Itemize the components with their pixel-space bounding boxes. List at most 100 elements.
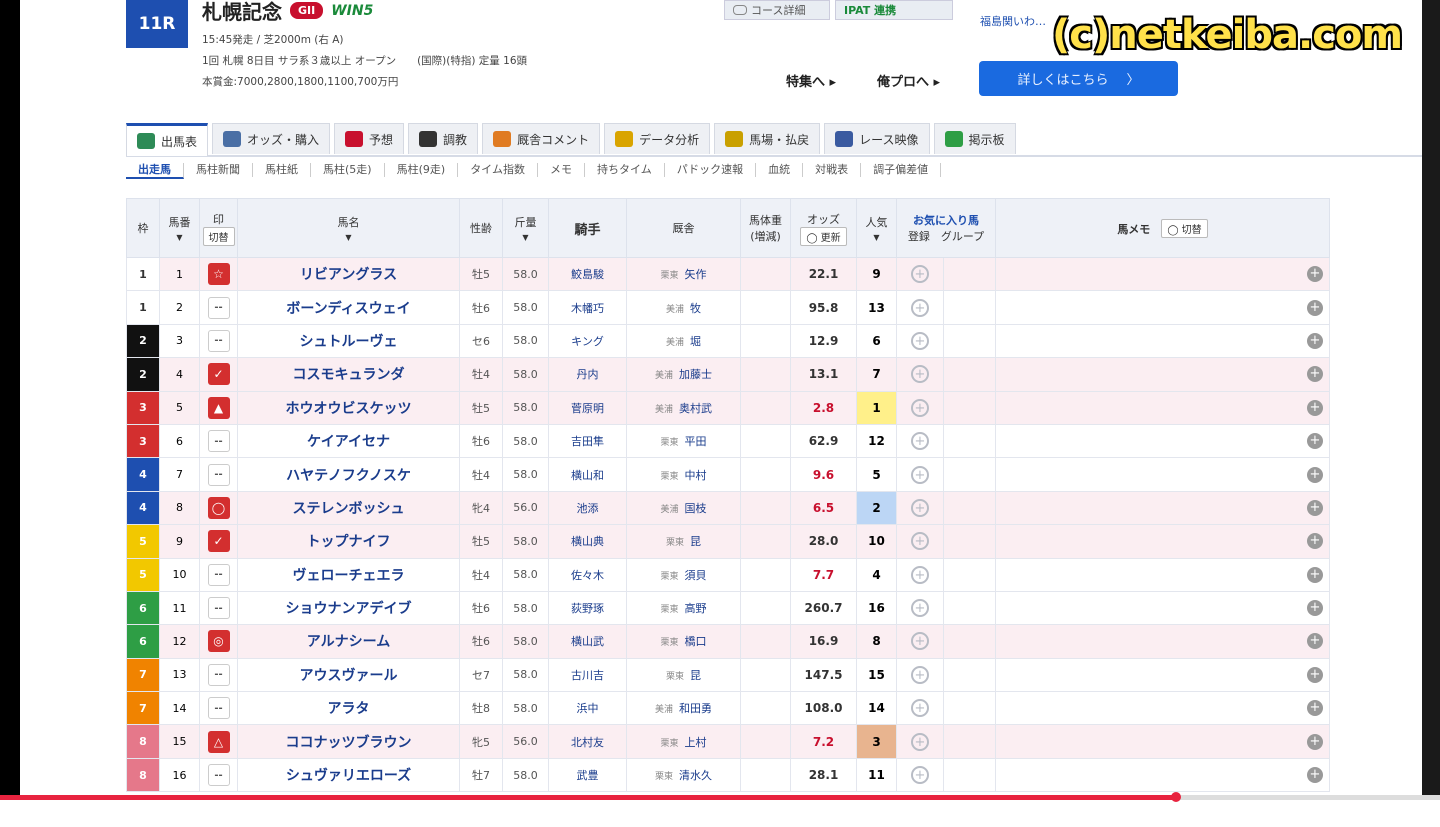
- mark-cell[interactable]: --: [199, 323, 238, 359]
- prediction-mark[interactable]: ▲: [207, 396, 230, 419]
- prediction-mark[interactable]: ◯: [207, 496, 230, 519]
- prediction-mark[interactable]: --: [207, 563, 230, 586]
- video-progress-bar[interactable]: [0, 792, 1440, 802]
- horse-name-link[interactable]: シュトルーヴェ: [237, 323, 460, 359]
- favorite-register-cell[interactable]: +: [896, 390, 944, 425]
- tab-8[interactable]: 掲示板: [933, 123, 1016, 154]
- mark-cell[interactable]: ✓: [199, 524, 238, 559]
- add-memo-icon[interactable]: +: [1307, 533, 1323, 550]
- jockey-link[interactable]: 横山武: [548, 624, 627, 659]
- favorite-register-cell[interactable]: +: [896, 423, 944, 459]
- tab-7[interactable]: レース映像: [824, 123, 930, 154]
- map-pin-icon[interactable]: +: [911, 665, 929, 684]
- jockey-link[interactable]: 池添: [548, 490, 627, 526]
- horse-name-link[interactable]: ケイアイセナ: [237, 423, 460, 459]
- subtab-1[interactable]: 馬柱新聞: [184, 163, 253, 177]
- add-memo-icon[interactable]: +: [1307, 399, 1323, 416]
- trainer-cell[interactable]: 栗東 上村: [626, 724, 741, 759]
- jockey-link[interactable]: 荻野琢: [548, 590, 627, 626]
- jockey-link[interactable]: 北村友: [548, 724, 627, 759]
- table-row[interactable]: 3 6 -- ケイアイセナ 牡6 58.0 吉田隼 栗東 平田 62.9 12 + +: [126, 423, 1330, 459]
- trainer-cell[interactable]: 栗東 橋口: [626, 624, 741, 659]
- memo-cell[interactable]: +: [995, 624, 1330, 659]
- map-pin-icon[interactable]: +: [911, 732, 929, 751]
- prediction-mark[interactable]: --: [207, 663, 230, 686]
- favorite-register-cell[interactable]: +: [896, 323, 944, 359]
- favorite-horse-link[interactable]: お気に入り馬: [913, 214, 979, 227]
- jockey-link[interactable]: 丹内: [548, 357, 627, 392]
- mark-cell[interactable]: --: [199, 423, 238, 459]
- tab-5[interactable]: データ分析: [604, 123, 711, 154]
- prediction-mark[interactable]: ◎: [207, 630, 230, 653]
- map-pin-icon[interactable]: +: [911, 565, 929, 584]
- map-pin-icon[interactable]: +: [911, 331, 929, 350]
- horse-name-link[interactable]: ホウオウビスケッツ: [237, 390, 460, 425]
- favorite-register-cell[interactable]: +: [896, 457, 944, 492]
- add-memo-icon[interactable]: +: [1307, 266, 1323, 283]
- subtab-11[interactable]: 調子偏差値: [861, 163, 942, 177]
- trainer-cell[interactable]: 美浦 国枝: [626, 490, 741, 526]
- prediction-mark[interactable]: --: [207, 430, 230, 453]
- trainer-link[interactable]: 和田勇: [679, 702, 712, 715]
- trainer-cell[interactable]: 栗東 須貝: [626, 557, 741, 592]
- horse-name-link[interactable]: コスモキュランダ: [237, 357, 460, 392]
- add-memo-icon[interactable]: +: [1307, 433, 1323, 450]
- map-pin-icon[interactable]: +: [911, 432, 929, 451]
- mark-cell[interactable]: --: [199, 557, 238, 592]
- add-memo-icon[interactable]: +: [1307, 466, 1323, 483]
- favorite-register-cell[interactable]: +: [896, 524, 944, 559]
- table-row[interactable]: 4 8 ◯ ステレンボッシュ 牝4 56.0 池添 美浦 国枝 6.5 2 + +: [126, 490, 1330, 526]
- jockey-link[interactable]: 古川吉: [548, 657, 627, 693]
- subtab-0[interactable]: 出走馬: [126, 163, 184, 179]
- map-pin-icon[interactable]: +: [911, 498, 929, 517]
- subtab-7[interactable]: 持ちタイム: [585, 163, 665, 177]
- trainer-link[interactable]: 昆: [690, 669, 701, 682]
- feature-link[interactable]: 特集へ ▸: [786, 71, 836, 90]
- add-memo-icon[interactable]: +: [1307, 633, 1323, 650]
- prediction-mark[interactable]: ✓: [207, 363, 230, 386]
- map-pin-icon[interactable]: +: [911, 532, 929, 551]
- favorite-register-cell[interactable]: +: [896, 290, 944, 325]
- mark-cell[interactable]: --: [199, 290, 238, 325]
- trainer-cell[interactable]: 美浦 加藤士: [626, 357, 741, 392]
- jockey-link[interactable]: 菅原明: [548, 390, 627, 425]
- add-memo-icon[interactable]: +: [1307, 767, 1323, 784]
- add-memo-icon[interactable]: +: [1307, 733, 1323, 750]
- tab-3[interactable]: 調教: [408, 123, 479, 154]
- mark-cell[interactable]: --: [199, 691, 238, 726]
- add-memo-icon[interactable]: +: [1307, 666, 1323, 683]
- memo-cell[interactable]: +: [995, 724, 1330, 759]
- favorite-register-cell[interactable]: +: [896, 691, 944, 726]
- mark-cell[interactable]: --: [199, 590, 238, 626]
- memo-cell[interactable]: +: [995, 256, 1330, 292]
- memo-cell[interactable]: +: [995, 657, 1330, 693]
- mark-cell[interactable]: ◎: [199, 624, 238, 659]
- favorite-register-cell[interactable]: +: [896, 357, 944, 392]
- mark-cell[interactable]: --: [199, 657, 238, 693]
- horse-name-link[interactable]: アラタ: [237, 691, 460, 726]
- add-memo-icon[interactable]: +: [1307, 499, 1323, 516]
- trainer-link[interactable]: 昆: [690, 535, 701, 548]
- course-detail-button[interactable]: コース詳細: [724, 0, 830, 20]
- header-umaban[interactable]: 馬番 ▼: [159, 198, 200, 258]
- trainer-link[interactable]: 須貝: [685, 569, 707, 582]
- map-pin-icon[interactable]: +: [911, 465, 929, 484]
- map-pin-icon[interactable]: +: [911, 365, 929, 384]
- map-pin-icon[interactable]: +: [911, 766, 929, 785]
- memo-cell[interactable]: +: [995, 457, 1330, 492]
- favorite-register-cell[interactable]: +: [896, 624, 944, 659]
- subtab-5[interactable]: タイム指数: [458, 163, 538, 177]
- table-row[interactable]: 5 9 ✓ トップナイフ 牡5 58.0 横山典 栗東昆 28.0 10 + +: [126, 524, 1330, 559]
- table-row[interactable]: 5 10 -- ヴェローチェエラ 牡4 58.0 佐々木 栗東 須貝 7.7 4 + +: [126, 557, 1330, 592]
- trainer-link[interactable]: 国枝: [685, 502, 707, 515]
- subtab-4[interactable]: 馬柱(9走): [385, 163, 459, 177]
- memo-cell[interactable]: +: [995, 290, 1330, 325]
- tab-2[interactable]: 予想: [334, 123, 405, 154]
- trainer-cell[interactable]: 栗東昆: [626, 524, 741, 559]
- trainer-cell[interactable]: 栗東昆: [626, 657, 741, 693]
- trainer-cell[interactable]: 美浦 和田勇: [626, 691, 741, 726]
- subtab-9[interactable]: 血統: [756, 163, 804, 177]
- add-memo-icon[interactable]: +: [1307, 700, 1323, 717]
- memo-toggle-button[interactable]: ◯ 切替: [1161, 218, 1208, 238]
- favorite-register-cell[interactable]: +: [896, 757, 944, 793]
